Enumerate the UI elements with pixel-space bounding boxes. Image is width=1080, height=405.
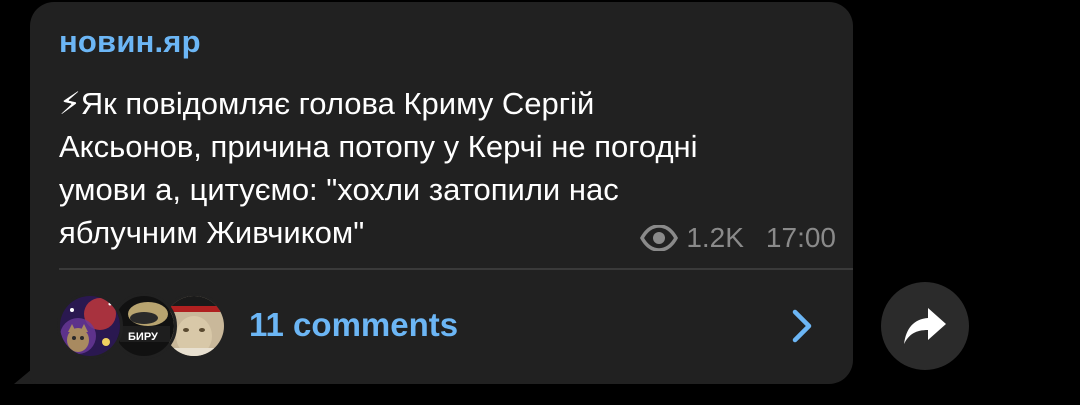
- avatar-2-label: БИРУ: [128, 331, 158, 343]
- message-meta: 1.2K 17:00: [612, 220, 836, 256]
- chevron-right-icon[interactable]: [788, 308, 816, 344]
- views-count: 1.2K: [686, 222, 744, 253]
- eye-icon: [640, 225, 679, 251]
- message-time: 17:00: [765, 222, 836, 253]
- commenter-avatar-1: [57, 293, 123, 359]
- comments-button[interactable]: БИРУ 11 comments: [30, 270, 853, 384]
- share-button[interactable]: [881, 282, 969, 370]
- comments-label[interactable]: 11 comments: [249, 306, 458, 344]
- share-arrow-icon: [904, 308, 946, 344]
- channel-name[interactable]: новин.яр: [59, 24, 201, 60]
